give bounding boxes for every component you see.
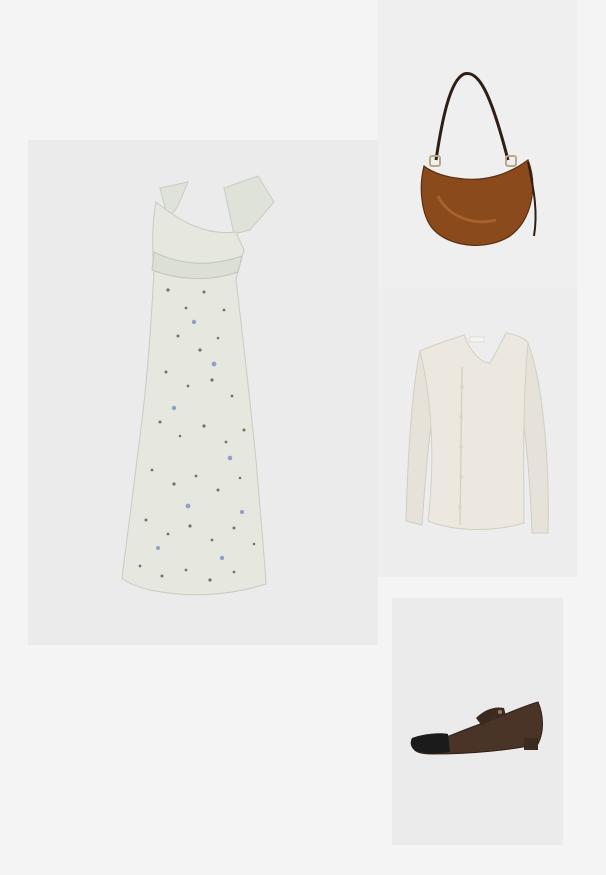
floral-dress-image xyxy=(28,140,378,645)
outfit-item-cardigan[interactable] xyxy=(378,289,577,577)
cardigan-image xyxy=(378,289,577,577)
outfit-item-dress[interactable] xyxy=(28,140,378,645)
outfit-item-shoe[interactable] xyxy=(392,598,563,845)
crescent-bag-image xyxy=(378,0,577,289)
mary-jane-shoe-image xyxy=(392,598,563,845)
outfit-item-bag[interactable] xyxy=(378,0,577,289)
